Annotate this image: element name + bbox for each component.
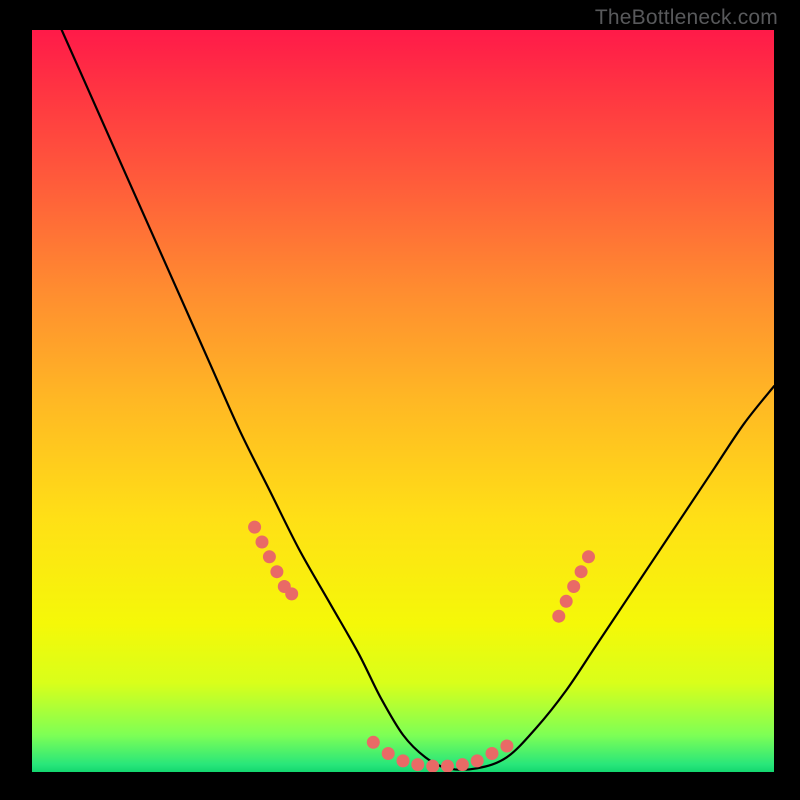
highlight-dot [441,760,454,772]
highlight-dot [582,550,595,563]
bottleneck-curve [62,30,774,770]
highlight-dot [382,747,395,760]
highlight-dot [248,521,261,534]
highlight-dot [285,587,298,600]
highlight-dot [471,754,484,767]
chart-frame: TheBottleneck.com [0,0,800,800]
watermark-text: TheBottleneck.com [595,6,778,30]
highlight-dot [367,736,380,749]
highlight-dot [256,536,269,549]
plot-area [32,30,774,772]
highlight-dots [248,521,595,772]
highlight-dot [426,760,439,772]
highlight-dot [411,758,424,771]
highlight-dot [456,758,469,771]
highlight-dot [486,747,499,760]
highlight-dot [560,595,573,608]
highlight-dot [575,565,588,578]
highlight-dot [567,580,580,593]
highlight-dot [397,754,410,767]
highlight-dot [270,565,283,578]
highlight-dot [552,610,565,623]
highlight-dot [500,740,513,753]
highlight-dot [263,550,276,563]
chart-svg [32,30,774,772]
